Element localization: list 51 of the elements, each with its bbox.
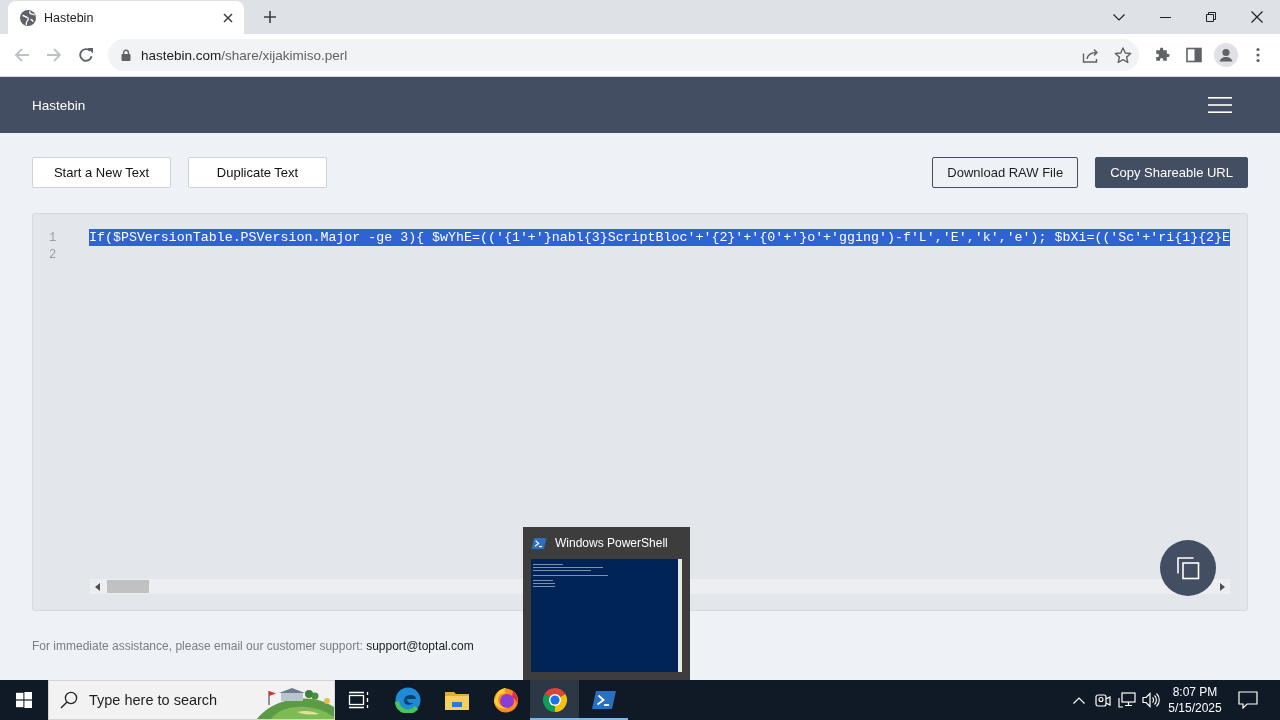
share-icon[interactable]	[1082, 47, 1100, 63]
restore-icon[interactable]	[1206, 12, 1216, 22]
flame-globe-icon	[492, 687, 519, 713]
minimize-icon[interactable]	[1159, 16, 1171, 18]
puzzle-piece-icon[interactable]	[1154, 47, 1170, 63]
scrollbar-thumb[interactable]	[107, 580, 149, 593]
chevron-up-icon[interactable]	[1073, 696, 1085, 704]
site-title[interactable]: Hastebin	[32, 97, 86, 113]
line-number: 2	[48, 247, 58, 262]
action-button[interactable]: Start a New Text	[32, 157, 171, 188]
reload-icon[interactable]	[78, 47, 94, 63]
taskbar-app-button[interactable]	[530, 680, 579, 720]
globe-icon	[20, 9, 36, 26]
scroll-right-icon[interactable]	[1220, 582, 1225, 591]
clock-date: 5/15/2025	[1168, 700, 1222, 716]
lock-icon[interactable]	[121, 49, 131, 61]
close-icon[interactable]	[1251, 11, 1263, 23]
copy-icon	[1176, 556, 1200, 580]
terminal-prompt-icon	[531, 536, 547, 550]
clock-time: 8:07 PM	[1172, 684, 1218, 700]
task-view-icon[interactable]	[348, 691, 370, 709]
action-button[interactable]: Duplicate Text	[188, 157, 327, 188]
new-tab-icon[interactable]	[264, 11, 276, 23]
search-icon	[60, 691, 78, 709]
support-note: For immediate assistance, please email our customer support: support@toptal.com	[32, 638, 474, 654]
action-button[interactable]: Copy Shareable URL	[1095, 157, 1248, 188]
browser-tab[interactable]: Hastebin	[8, 1, 244, 34]
network-icon[interactable]	[1118, 692, 1136, 708]
camera-icon[interactable]	[1095, 692, 1111, 708]
copy-button[interactable]	[1160, 540, 1216, 596]
side-panel-icon[interactable]	[1186, 47, 1202, 63]
four-panes-icon[interactable]	[16, 692, 32, 708]
more-menu-icon[interactable]	[1256, 47, 1260, 63]
segmented-circle-icon	[541, 687, 568, 713]
popup-title: Windows PowerShell	[555, 536, 668, 550]
address-field[interactable]: hastebin.com/share/xijakimiso.perl	[108, 39, 1139, 71]
chevron-down-icon[interactable]	[1113, 13, 1125, 21]
volume-icon[interactable]	[1142, 692, 1160, 708]
window-thumbnail-popup[interactable]: Windows PowerShell	[523, 527, 690, 680]
terminal-prompt-icon	[590, 690, 617, 710]
star-icon[interactable]	[1114, 46, 1132, 64]
folder-icon	[443, 689, 470, 711]
menu-icon[interactable]	[1208, 97, 1232, 113]
profile-avatar-icon[interactable]	[1214, 43, 1238, 67]
line-number: 1	[48, 230, 58, 245]
swirl-icon	[394, 687, 421, 713]
support-email-link[interactable]: support@toptal.com	[366, 639, 474, 653]
close-tab-icon[interactable]	[223, 12, 233, 23]
scroll-left-icon[interactable]	[95, 582, 100, 591]
notification-icon[interactable]	[1238, 691, 1258, 709]
action-button[interactable]: Download RAW File	[932, 157, 1079, 188]
